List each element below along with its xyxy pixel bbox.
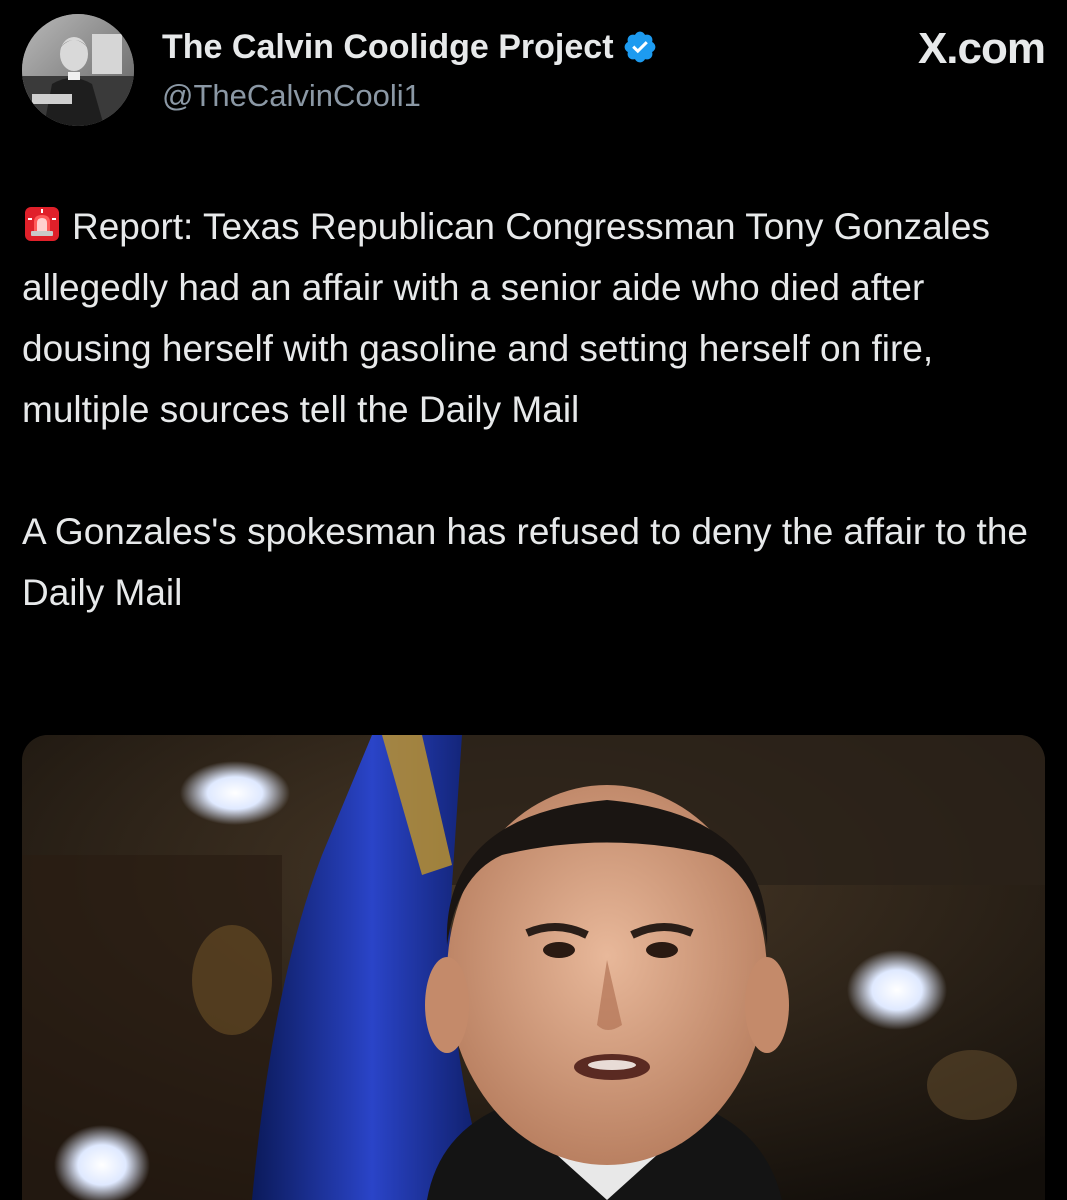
avatar[interactable] [22, 14, 134, 126]
avatar-image [22, 14, 134, 126]
author-handle[interactable]: @TheCalvinCooli1 [162, 78, 421, 114]
post-media-photo[interactable] [22, 735, 1045, 1200]
post-paragraph-2: A Gonzales's spokesman has refused to de… [22, 511, 1028, 613]
verified-badge-icon [622, 29, 658, 65]
press-conference-photo [22, 735, 1045, 1200]
post-paragraph-1-text: Report: Texas Republican Congressman Ton… [22, 206, 990, 430]
site-brand: X.com [917, 24, 1046, 73]
post-paragraph-1: Report: Texas Republican Congressman Ton… [22, 196, 1042, 440]
police-siren-icon [22, 201, 62, 241]
post-text: Report: Texas Republican Congressman Ton… [22, 196, 1042, 623]
author-name[interactable]: The Calvin Coolidge Project [162, 28, 614, 67]
author-name-row: The Calvin Coolidge Project [162, 24, 658, 70]
post-header: The Calvin Coolidge Project @TheCalvinCo… [22, 14, 1046, 126]
